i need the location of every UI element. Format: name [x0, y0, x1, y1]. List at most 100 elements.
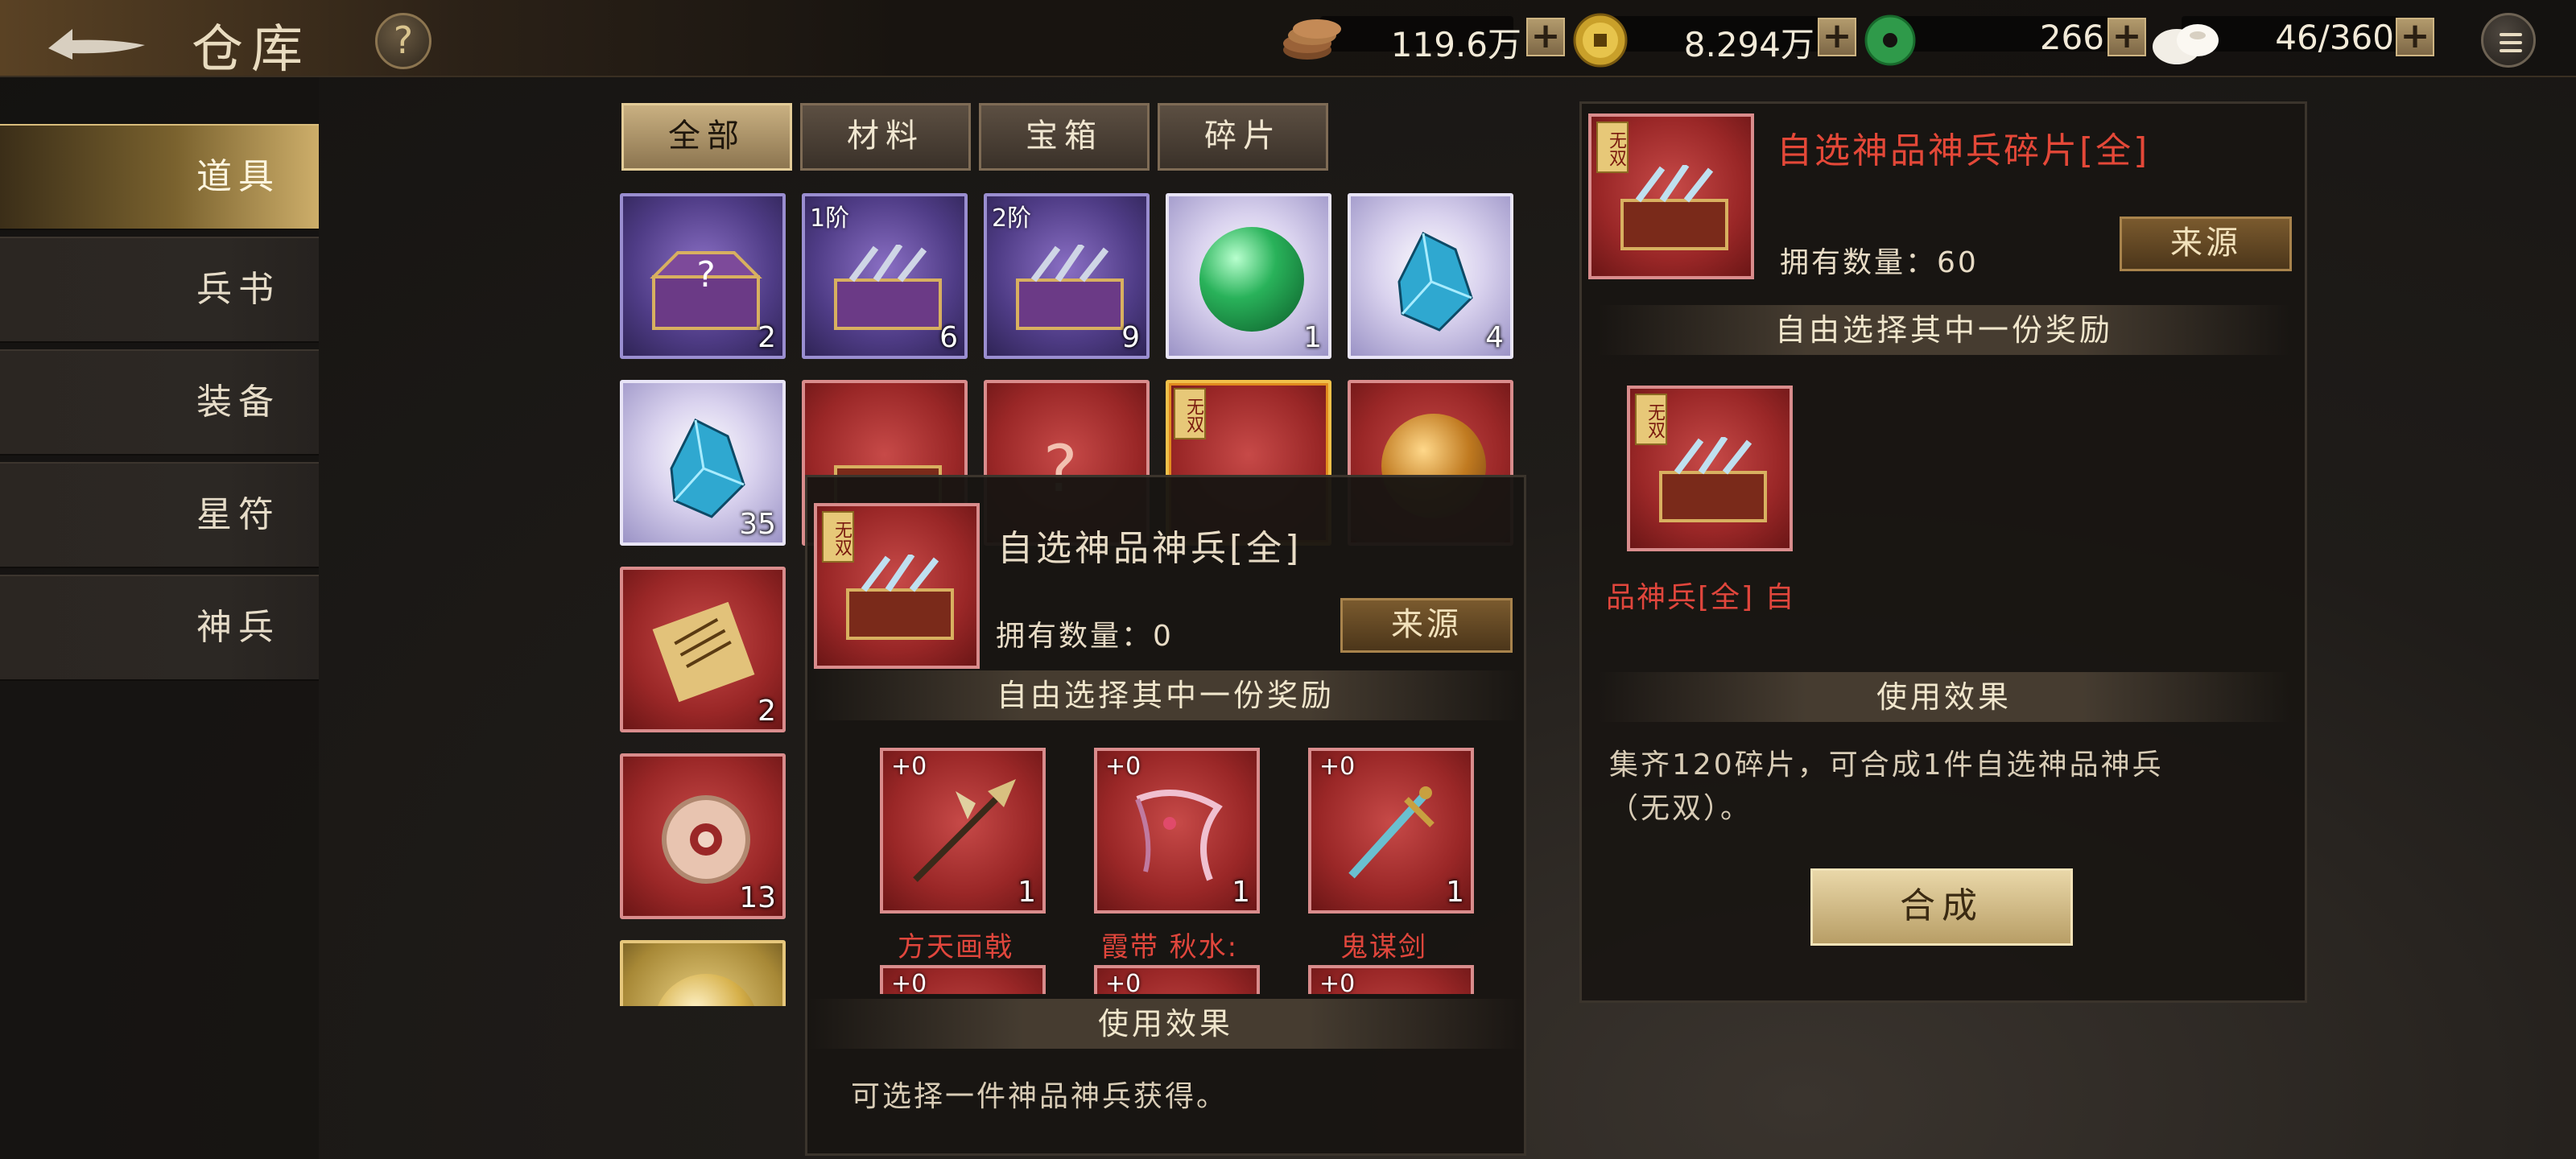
owned-label: 拥有数量： — [1780, 246, 1938, 279]
detail-effect-header: 使用效果 — [1598, 672, 2290, 722]
popup-source-button[interactable]: 来源 — [1340, 598, 1513, 653]
item-count: 2 — [758, 321, 776, 354]
item-count: 1 — [1446, 876, 1464, 909]
popup-effect-header: 使用效果 — [807, 999, 1524, 1049]
popup-choose-header: 自由选择其中一份奖励 — [807, 670, 1524, 720]
item-count: 6 — [939, 321, 958, 354]
reward-feather-fan[interactable]: +0 — [880, 965, 1046, 994]
tab-materials[interactable]: 材料 — [800, 103, 971, 171]
grid-item-golden-orb[interactable] — [620, 940, 786, 1006]
grid-item-weapon-chest-tier1[interactable]: 1阶 6 — [802, 193, 968, 359]
golden-orb-icon — [654, 974, 758, 1006]
grid-item-green-orb[interactable]: 1 — [1166, 193, 1331, 359]
copper-value: 119.6万 — [1390, 25, 1521, 64]
detail-item-icon-frame: 无双 — [1588, 113, 1754, 279]
popup-item-title: 自选神品神兵[全] — [997, 528, 1302, 569]
category-sidebar: 道具 兵书 装备 星符 神兵 — [0, 77, 319, 1159]
detail-effect-text-line2: （无双）。 — [1609, 792, 1752, 825]
sidebar-item-star-runes[interactable]: 星符 — [0, 462, 319, 568]
reward-name: 鬼谋剑 — [1340, 931, 1427, 963]
reward-ribbon[interactable]: +0 1 — [1094, 748, 1260, 914]
owned-value: 0 — [1153, 620, 1174, 653]
divine-weapon-chest-icon — [846, 555, 954, 640]
item-count: 1 — [1232, 876, 1250, 909]
item-tier: 1阶 — [810, 204, 850, 233]
item-tier: 2阶 — [992, 204, 1032, 233]
reward-sword[interactable]: +0 1 — [1308, 748, 1474, 914]
add-copper-button[interactable]: + — [1526, 18, 1565, 56]
reward-name: 方天画戟 — [898, 931, 1013, 963]
compose-button[interactable]: 合成 — [1810, 868, 2073, 946]
tab-all[interactable]: 全部 — [621, 103, 792, 171]
back-icon[interactable] — [40, 18, 153, 61]
jade-value: 266 — [2039, 18, 2104, 57]
detail-item-title: 自选神品神兵碎片[全] — [1777, 130, 2150, 171]
item-count: 13 — [739, 881, 776, 914]
tab-chests[interactable]: 宝箱 — [979, 103, 1150, 171]
grid-item-scroll[interactable]: 2 — [620, 567, 786, 732]
grid-item-blue-crystal[interactable]: 4 — [1348, 193, 1513, 359]
sword-icon — [1348, 786, 1435, 879]
owned-value: 60 — [1937, 246, 1979, 279]
mystery-chest-icon: ? — [650, 251, 762, 330]
popup-owned-count: 拥有数量：0 — [996, 612, 1174, 654]
reward-spear[interactable]: +0 — [1308, 965, 1474, 994]
jade-ring-icon — [662, 795, 750, 884]
weapon-chest-icon — [1016, 245, 1124, 330]
item-count: 35 — [739, 508, 776, 541]
item-count: 4 — [1485, 321, 1504, 354]
green-orb-icon — [1199, 227, 1304, 332]
sidebar-item-equipment[interactable]: 装备 — [0, 349, 319, 456]
popup-item-icon-frame: 无双 — [814, 503, 980, 669]
gold-value: 8.294万 — [1683, 25, 1814, 64]
reward-halberd[interactable]: +0 1 — [880, 748, 1046, 914]
add-stamina-button[interactable]: + — [2396, 18, 2434, 56]
divine-weapon-fragment-chest-icon — [1620, 165, 1728, 250]
steamed-bun-icon — [2149, 14, 2222, 68]
reward-name: 霞带 秋水: — [1100, 931, 1239, 963]
detail-owned-count: 拥有数量：60 — [1780, 239, 1979, 281]
item-count: 2 — [758, 695, 776, 728]
gold-coin-icon — [1571, 11, 1629, 69]
detail-effect-text-line1: 集齐120碎片，可合成1件自选神品神兵 — [1609, 749, 2164, 782]
item-detail-popup: 无双 自选神品神兵[全] 拥有数量：0 来源 自由选择其中一份奖励 +0 1 方… — [805, 475, 1526, 1156]
popup-effect-text: 可选择一件神品神兵获得。 — [851, 1080, 1228, 1113]
item-count: 1 — [1303, 321, 1322, 354]
menu-button[interactable] — [2481, 13, 2536, 68]
grid-item-jade-ring[interactable]: 13 — [620, 753, 786, 919]
svg-text:?: ? — [696, 254, 715, 295]
grid-item-blue-crystal-large[interactable]: 35 — [620, 380, 786, 546]
blue-crystal-icon — [1397, 231, 1473, 332]
add-gold-button[interactable]: + — [1818, 18, 1856, 56]
blue-crystal-icon — [670, 418, 745, 518]
sidebar-item-divine-weapons[interactable]: 神兵 — [0, 575, 319, 681]
grid-item-weapon-chest-tier2[interactable]: 2阶 9 — [984, 193, 1150, 359]
reward-dragon-blade[interactable]: +0 — [1094, 965, 1260, 994]
item-count: 9 — [1121, 321, 1140, 354]
grid-item-mystery-chest[interactable]: ? 2 — [620, 193, 786, 359]
tab-fragments[interactable]: 碎片 — [1158, 103, 1328, 171]
ribbon-icon — [1135, 790, 1223, 881]
detail-source-button[interactable]: 来源 — [2120, 217, 2292, 271]
sidebar-item-books[interactable]: 兵书 — [0, 237, 319, 343]
jade-coin-icon — [1863, 13, 1918, 68]
reward-row-2-clip: +0 +0 +0 — [807, 965, 1524, 994]
weapon-chest-icon — [834, 245, 942, 330]
detail-choose-header: 自由选择其中一份奖励 — [1598, 305, 2290, 355]
detail-reward-name: 品神兵[全] 自 — [1606, 581, 1796, 614]
detail-reward-item[interactable]: 无双 — [1627, 386, 1793, 551]
add-jade-button[interactable]: + — [2107, 18, 2146, 56]
help-button[interactable]: ? — [375, 13, 431, 69]
owned-label: 拥有数量： — [996, 620, 1154, 653]
scroll-icon — [652, 602, 755, 703]
enhance-level: +0 — [891, 970, 927, 994]
top-bar: 仓库 ? 119.6万 + 8.294万 + 266 + 46/360 + — [0, 0, 2576, 80]
item-count: 1 — [1018, 876, 1036, 909]
fragment-detail-panel: 无双 自选神品神兵碎片[全] 拥有数量：60 来源 自由选择其中一份奖励 无双 … — [1579, 101, 2307, 1003]
wushuang-badge: 无双 — [1174, 388, 1206, 439]
divine-weapon-chest-icon — [1659, 437, 1767, 522]
sidebar-item-props[interactable]: 道具 — [0, 124, 319, 230]
enhance-level: +0 — [1319, 970, 1356, 994]
halberd-icon — [913, 779, 1016, 882]
stamina-value: 46/360 — [2275, 18, 2394, 57]
